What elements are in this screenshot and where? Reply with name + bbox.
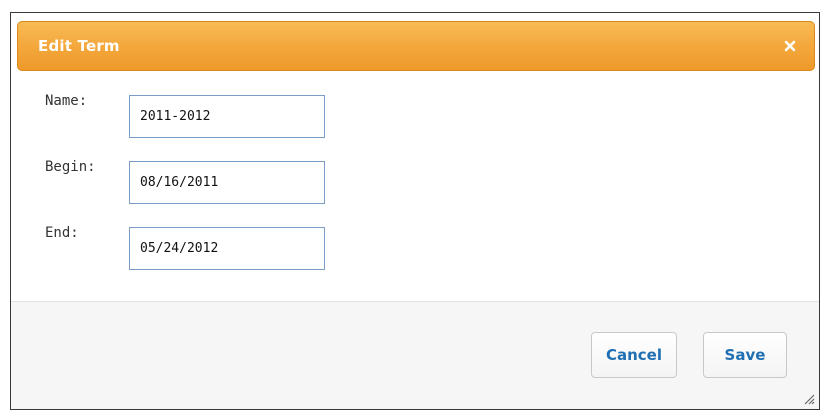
dialog-footer: Cancel Save (11, 302, 819, 409)
edit-term-dialog: Edit Term Name: Begin: End: Cancel Save (10, 12, 820, 410)
dialog-titlebar[interactable]: Edit Term (17, 21, 815, 71)
resize-grip-icon[interactable] (801, 391, 815, 405)
end-label: End: (45, 225, 79, 241)
close-button[interactable] (778, 34, 802, 58)
name-input[interactable] (129, 95, 325, 138)
dialog-title: Edit Term (38, 37, 120, 55)
end-date-input[interactable] (129, 227, 325, 270)
name-label: Name: (45, 93, 88, 109)
begin-date-input[interactable] (129, 161, 325, 204)
cancel-button[interactable]: Cancel (591, 332, 677, 378)
close-icon (784, 40, 796, 52)
begin-label: Begin: (45, 159, 96, 175)
save-button[interactable]: Save (703, 332, 787, 378)
